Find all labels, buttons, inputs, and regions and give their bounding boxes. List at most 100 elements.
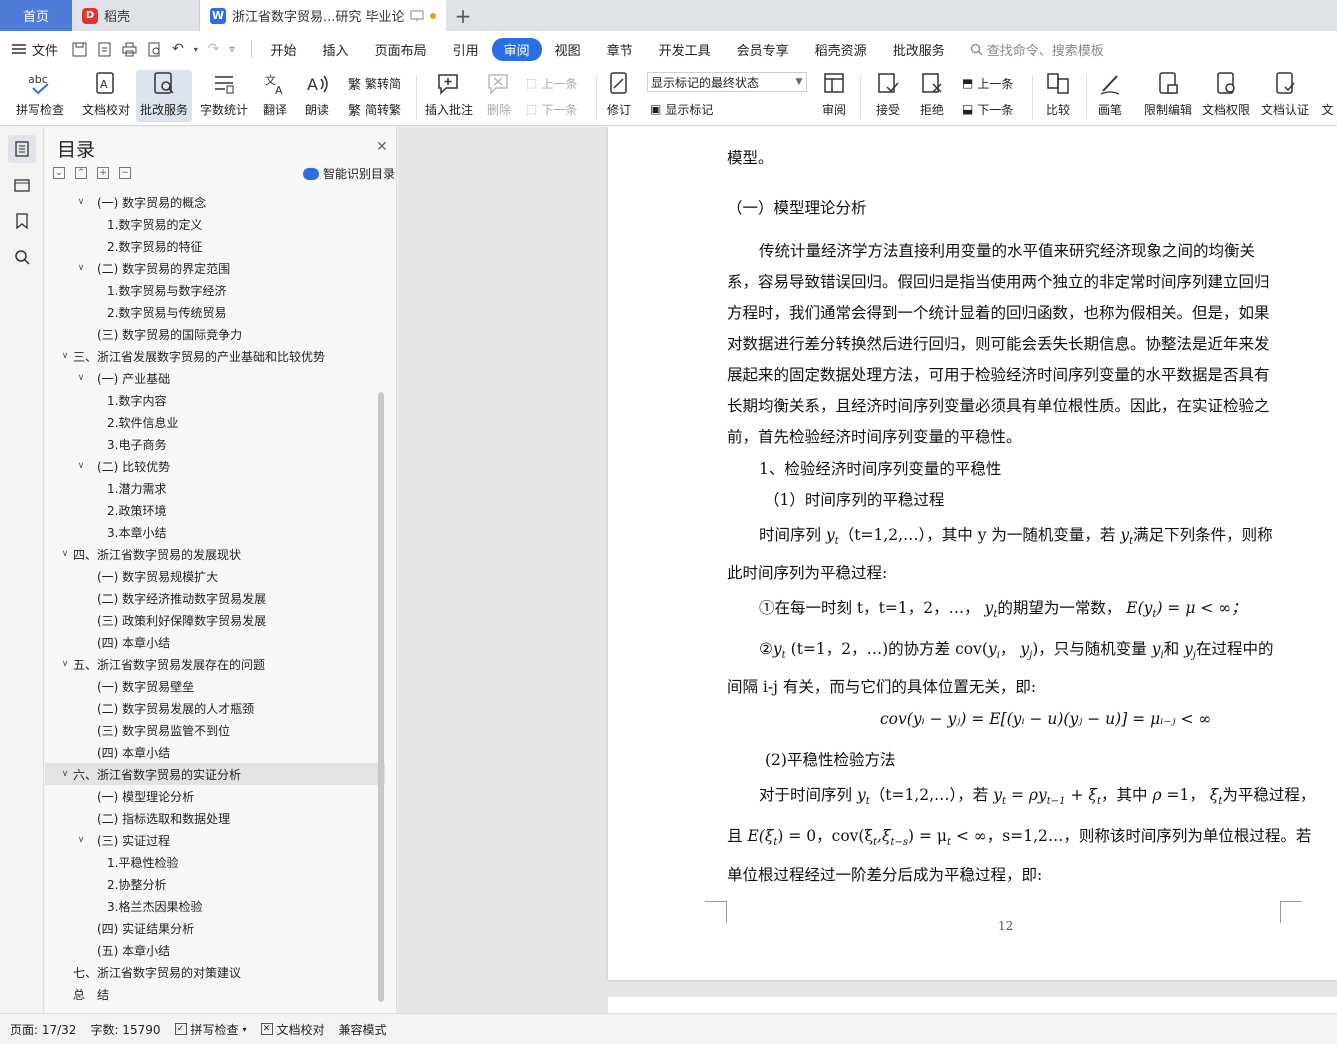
toc-item[interactable]: 2.数字贸易与传统贸易 [45, 301, 385, 323]
track-changes-button[interactable]: 修订 [600, 70, 638, 122]
menu-daoke-resources[interactable]: 稻壳资源 [802, 40, 880, 59]
toc-item[interactable]: 3.格兰杰因果检验 [45, 895, 385, 917]
document-permission-button[interactable]: 文档权限 [1198, 70, 1254, 122]
status-proofread[interactable]: ✕ 文档校对 [260, 1021, 325, 1038]
add-heading-icon[interactable]: + [97, 167, 109, 179]
chevron-down-icon[interactable]: ∨ [75, 835, 87, 845]
tab-document[interactable]: W 浙江省数字贸易...研究 毕业论文 [200, 0, 446, 31]
chevron-down-icon[interactable]: ∨ [75, 461, 87, 471]
menu-page-layout[interactable]: 页面布局 [362, 40, 440, 59]
toc-item[interactable]: 2.协整分析 [45, 873, 385, 895]
read-aloud-button[interactable]: A 朗读 [298, 70, 336, 122]
remove-heading-icon[interactable]: − [119, 167, 131, 179]
collapse-all-icon[interactable]: ⌃ [75, 167, 87, 179]
chevron-down-icon[interactable]: ∨ [75, 197, 87, 207]
toc-item[interactable]: 1.潜力需求 [45, 477, 385, 499]
chevron-down-icon[interactable]: ∨ [59, 549, 71, 559]
spell-check-button[interactable]: abc 拼写检查 [8, 70, 72, 122]
smart-toc-button[interactable]: 智能识别目录 [303, 165, 395, 182]
toc-item[interactable]: 总 结 [45, 983, 385, 1005]
save-icon[interactable] [72, 42, 87, 57]
file-menu[interactable]: 文件 [12, 40, 58, 59]
word-count-button[interactable]: 字数统计 [196, 70, 252, 122]
bookmark-icon[interactable] [8, 207, 36, 235]
toc-item[interactable]: ∨ (二) 比较优势 [45, 455, 385, 477]
print-preview-icon[interactable] [147, 42, 162, 57]
toc-item[interactable]: ∨ 四、浙江省数字贸易的发展现状 [45, 543, 385, 565]
screen-icon[interactable] [410, 10, 424, 22]
menu-view[interactable]: 视图 [542, 40, 594, 59]
toc-item[interactable]: 七、浙江省数字贸易的对策建议 [45, 961, 385, 983]
undo-icon[interactable]: ↶ [172, 41, 184, 57]
new-tab-button[interactable]: + [446, 0, 480, 31]
toc-item[interactable]: (三) 数字贸易监管不到位 [45, 719, 385, 741]
toc-item[interactable]: ∨ 五、浙江省数字贸易发展存在的问题 [45, 653, 385, 675]
toc-item[interactable]: 3.本章小结 [45, 521, 385, 543]
print-icon[interactable] [122, 42, 137, 57]
compare-button[interactable]: 比较 [1038, 70, 1078, 122]
insert-comment-button[interactable]: 插入批注 [422, 70, 476, 122]
markup-state-select[interactable]: 显示标记的最终状态 ▼ [647, 72, 807, 92]
toc-item[interactable]: (一) 数字贸易壁垒 [45, 675, 385, 697]
toc-item[interactable]: (二) 数字经济推动数字贸易发展 [45, 587, 385, 609]
document-certification-button[interactable]: 文档认证 [1257, 70, 1313, 122]
toc-item[interactable]: 2.软件信息业 [45, 411, 385, 433]
menu-insert[interactable]: 插入 [310, 40, 362, 59]
accept-button[interactable]: 接受 [868, 70, 908, 122]
more-ribbon-button[interactable]: 文 [1318, 70, 1337, 122]
toc-item[interactable]: 2.数字贸易的特征 [45, 235, 385, 257]
menu-correction-service[interactable]: 批改服务 [880, 40, 958, 59]
toc-item[interactable]: 1.数字贸易的定义 [45, 213, 385, 235]
toc-item[interactable]: (四) 本章小结 [45, 741, 385, 763]
close-icon[interactable]: ✕ [376, 139, 388, 155]
undo-dropdown-icon[interactable]: ▾ [194, 45, 198, 54]
toc-item[interactable]: 1.数字贸易与数字经济 [45, 279, 385, 301]
translate-button[interactable]: 文A 翻译 [256, 70, 294, 122]
toc-item[interactable]: ∨ (一) 产业基础 [45, 367, 385, 389]
menu-member[interactable]: 会员专享 [724, 40, 802, 59]
tab-home[interactable]: 首页 [0, 0, 72, 31]
toc-item[interactable]: (三) 政策利好保障数字贸易发展 [45, 609, 385, 631]
chevron-down-icon[interactable]: ∨ [75, 373, 87, 383]
chevron-down-icon[interactable]: ∨ [75, 263, 87, 273]
trad-to-simp-button[interactable]: 繁 繁转简 [348, 72, 401, 94]
menu-start[interactable]: 开始 [258, 40, 310, 59]
pen-button[interactable]: 画笔 [1092, 70, 1128, 122]
reject-button[interactable]: 拒绝 [912, 70, 952, 122]
command-search[interactable]: 查找命令、搜索模板 [970, 40, 1104, 59]
previous-change-button[interactable]: ⬒ 上一条 [962, 72, 1013, 94]
word-count[interactable]: 字数: 15790 [90, 1021, 160, 1038]
next-document-page[interactable] [608, 997, 1337, 1013]
chevron-down-icon[interactable]: ∨ [59, 769, 71, 779]
toc-item[interactable]: (二) 指标选取和数据处理 [45, 807, 385, 829]
toc-item[interactable]: (一) 数字贸易规模扩大 [45, 565, 385, 587]
toc-item[interactable]: (三) 数字贸易的国际竞争力 [45, 323, 385, 345]
page-indicator[interactable]: 页面: 17/32 [10, 1021, 76, 1038]
toc-item[interactable]: 2.政策环境 [45, 499, 385, 521]
toc-item[interactable]: 1.数字内容 [45, 389, 385, 411]
menu-developer[interactable]: 开发工具 [646, 40, 724, 59]
tab-daoke[interactable]: D 稻壳 [72, 0, 200, 31]
toc-item[interactable]: (二) 数字贸易发展的人才瓶颈 [45, 697, 385, 719]
toc-item[interactable]: ∨ (三) 实证过程 [45, 829, 385, 851]
status-spell-check[interactable]: ✓ 拼写检查 ▾ [174, 1021, 247, 1038]
toc-item[interactable]: (四) 本章小结 [45, 631, 385, 653]
toc-item[interactable]: (五) 本章小结 [45, 939, 385, 961]
customize-dropdown-icon[interactable]: ▿ [230, 44, 235, 55]
toc-item[interactable]: 1.平稳性检验 [45, 851, 385, 873]
toc-icon[interactable] [8, 135, 36, 163]
export-pdf-icon[interactable] [97, 42, 112, 57]
toc-item[interactable]: (一) 模型理论分析 [45, 785, 385, 807]
expand-all-icon[interactable]: ⌄ [53, 167, 65, 179]
search-icon[interactable] [8, 243, 36, 271]
toc-item[interactable]: ∨ 六、浙江省数字贸易的实证分析 [45, 763, 385, 785]
toc-item[interactable]: (四) 实证结果分析 [45, 917, 385, 939]
menu-reference[interactable]: 引用 [440, 40, 492, 59]
toc-item[interactable]: 3.电子商务 [45, 433, 385, 455]
restrict-editing-button[interactable]: 限制编辑 [1140, 70, 1196, 122]
menu-chapter[interactable]: 章节 [594, 40, 646, 59]
next-change-button[interactable]: ⬓ 下一条 [962, 98, 1013, 120]
review-pane-button[interactable]: 审阅 [814, 70, 854, 122]
toc-item[interactable]: ∨ (二) 数字贸易的界定范围 [45, 257, 385, 279]
correction-service-button[interactable]: 批改服务 [136, 70, 192, 122]
